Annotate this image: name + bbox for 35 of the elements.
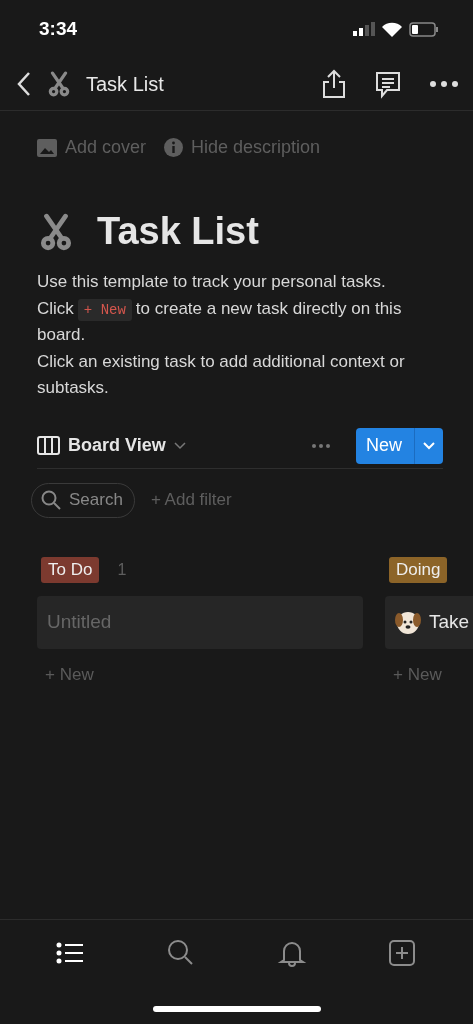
new-code-chip: + New: [77, 298, 132, 321]
description-text: Click an existing task to add additional context or subtasks.: [37, 350, 406, 399]
description-text: Use this template to track your personal tasks.: [37, 271, 387, 293]
status-tag: Doing: [389, 556, 448, 583]
image-icon: [37, 138, 57, 157]
wifi-icon: [382, 21, 402, 37]
back-icon[interactable]: [16, 71, 32, 97]
description-text: Click + New to create a new task directly on this board.: [37, 297, 403, 346]
status-time: 3:34: [39, 18, 78, 40]
comment-icon[interactable]: [373, 69, 403, 99]
share-icon[interactable]: [321, 69, 347, 99]
board-icon: [37, 436, 60, 455]
add-filter-button[interactable]: + Add filter: [150, 490, 232, 510]
info-icon: [164, 138, 184, 157]
status-tag: To Do: [41, 556, 100, 583]
battery-icon: [409, 21, 439, 37]
page-heading: Task List: [97, 210, 259, 253]
task-card[interactable]: Untitled: [37, 595, 363, 649]
add-cover-button[interactable]: Add cover: [65, 137, 147, 158]
page-title: Task List: [86, 72, 165, 96]
chevron-icon: [173, 441, 186, 450]
more-icon[interactable]: [429, 80, 459, 88]
add-new-button[interactable]: + New: [385, 664, 473, 685]
scissors-icon: [46, 71, 72, 97]
task-card[interactable]: Take: [385, 595, 473, 649]
item-count: 1: [117, 560, 127, 579]
add-new-button[interactable]: + New: [37, 664, 363, 685]
search-icon: [41, 490, 61, 510]
board-view-button[interactable]: Board View: [37, 435, 186, 456]
card-title: Take: [429, 611, 470, 633]
hide-description-button[interactable]: Hide description: [191, 137, 321, 158]
signal-icon: [353, 22, 375, 36]
chevron-icon: [423, 441, 435, 450]
add-icon: [386, 938, 417, 968]
card-title: Untitled: [47, 611, 112, 633]
